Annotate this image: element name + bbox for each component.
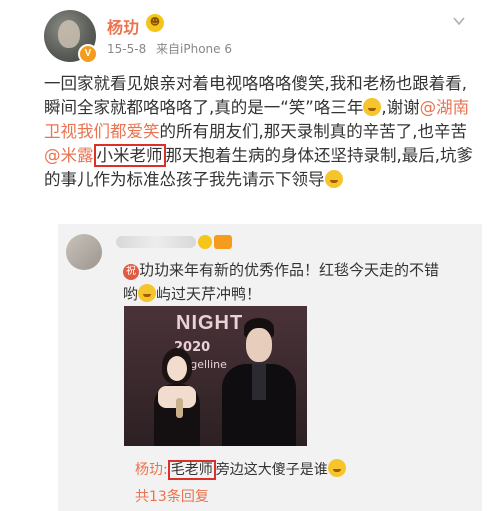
emoji-icon: [327, 459, 346, 477]
commenter-name-blurred: [116, 236, 196, 248]
verified-badge-icon: V: [78, 44, 98, 64]
fan-badge-icon: [214, 235, 232, 249]
post-text-part: 的所有朋友们,那天录制真的辛苦了,也辛苦: [159, 122, 468, 141]
commenter-avatar[interactable]: [66, 234, 102, 270]
post-meta: 15-5-8 来自iPhone 6: [107, 40, 232, 57]
comment-photo[interactable]: NIGHT 2020 Magelline: [124, 306, 307, 446]
highlighted-text: 毛老师: [167, 460, 216, 480]
comment-text-part: 屿过天芹冲鸭！: [156, 285, 262, 303]
post-text-part: ,谢谢: [381, 98, 420, 117]
post-text: 一回家就看见娘亲对着电视咯咯咯傻笑,我和老杨也跟着看,瞬间全家就都咯咯咯了,真的…: [44, 72, 474, 192]
reply-count-link[interactable]: 共13条回复: [135, 486, 209, 506]
reply-author[interactable]: 杨玏:: [135, 462, 168, 478]
highlighted-text: 小米老师: [93, 144, 166, 167]
post-date: 15-5-8: [107, 42, 147, 56]
vip-icon: [198, 235, 212, 249]
comment-text: 祝玏玏来年有新的优秀作品！红毯今天走的不错哟 屿过天芹冲鸭！: [123, 258, 453, 306]
emoji-icon: [363, 98, 382, 116]
vip-icon: ☻: [146, 14, 164, 32]
blessing-icon: 祝: [123, 264, 139, 280]
mention-link[interactable]: @米露: [44, 146, 94, 165]
emoji-icon: [138, 284, 157, 302]
reply-line: 杨玏: 毛老师 旁边这大傻子是谁: [135, 459, 346, 480]
emoji-icon: [324, 170, 343, 188]
chevron-down-icon[interactable]: [452, 14, 466, 28]
username[interactable]: 杨玏: [107, 14, 139, 38]
post-source: 来自iPhone 6: [156, 42, 232, 56]
reply-text: 旁边这大傻子是谁: [215, 462, 328, 478]
